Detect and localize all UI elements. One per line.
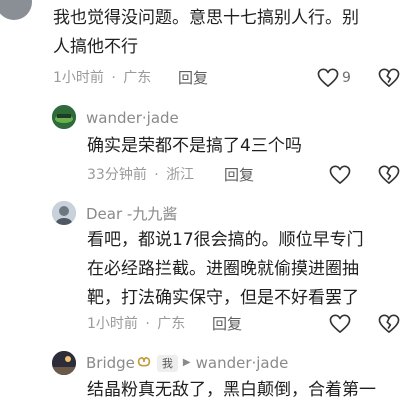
- like-count: 9: [342, 70, 351, 86]
- comment-text-line: 我也觉得没问题。意思十七搞别人行。别: [53, 8, 359, 28]
- heart-outline-icon: [317, 68, 339, 88]
- comment-text: 确实是荣都不是搞了4三个吗: [87, 132, 302, 161]
- comment-text-line: 确实是荣都不是搞了4三个吗: [87, 136, 302, 156]
- dislike-button[interactable]: [378, 165, 400, 185]
- reply-button[interactable]: 回复: [212, 314, 242, 334]
- like-button[interactable]: [329, 314, 351, 334]
- dislike-button[interactable]: [378, 68, 400, 88]
- self-tag: 我: [156, 354, 178, 372]
- comment-meta: 33分钟前 · 浙江: [87, 165, 194, 185]
- username[interactable]: wander·jade: [86, 108, 179, 128]
- pretzel-emoji-icon: [137, 353, 151, 373]
- comment-location: 广东: [123, 70, 152, 86]
- comment-location: 广东: [157, 316, 186, 332]
- comment-text: 结晶粉真无敌了，黑白颠倒，合着第一: [87, 376, 376, 405]
- heart-outline-icon: [329, 165, 351, 185]
- username[interactable]: Dear -九九酱: [86, 204, 177, 224]
- avatar-image: [52, 201, 76, 225]
- comment-text-line: 看吧，都说17很会搞的。顺位早专门: [87, 230, 364, 250]
- dislike-button[interactable]: [378, 314, 400, 334]
- comment-header: Bridge 我 ▶ wander·jade: [86, 353, 288, 373]
- meta-separator: ·: [145, 316, 150, 332]
- comment-meta: 1小时前 · 广东: [53, 68, 151, 88]
- username[interactable]: Bridge: [86, 353, 135, 373]
- reply-button[interactable]: 回复: [224, 165, 254, 185]
- comment-text: 我也觉得没问题。意思十七搞别人行。别 人搞他不行: [53, 4, 359, 62]
- avatar[interactable]: [52, 201, 76, 225]
- comment-text: 看吧，都说17很会搞的。顺位早专门 在必经路拦截。进圈晚就偷摸进圈抽 靶，打法确…: [87, 226, 364, 313]
- avatar[interactable]: [0, 0, 32, 20]
- broken-heart-icon: [378, 314, 400, 334]
- comment-text-line: 结晶粉真无敌了，黑白颠倒，合着第一: [87, 380, 376, 400]
- comment-text-line: 靶，打法确实保守，但是不好看罢了: [87, 288, 359, 308]
- heart-outline-icon: [329, 314, 351, 334]
- broken-heart-icon: [378, 165, 400, 185]
- reply-button[interactable]: 回复: [178, 68, 208, 88]
- avatar[interactable]: [52, 351, 76, 375]
- avatar-image: [52, 105, 76, 129]
- avatar[interactable]: [52, 105, 76, 129]
- comment-text-line: 在必经路拦截。进圈晚就偷摸进圈抽: [87, 259, 359, 279]
- reply-arrow-icon: ▶: [182, 357, 191, 368]
- like-button[interactable]: 9: [317, 68, 351, 88]
- like-button[interactable]: [329, 165, 351, 185]
- reply-to-username[interactable]: wander·jade: [196, 353, 289, 373]
- comment-meta: 1小时前 · 广东: [87, 314, 185, 334]
- comment-time: 33分钟前: [87, 167, 147, 183]
- meta-separator: ·: [111, 70, 116, 86]
- broken-heart-icon: [378, 68, 400, 88]
- avatar-image: [52, 351, 76, 375]
- comment-location: 浙江: [166, 167, 195, 183]
- comment-time: 1小时前: [87, 316, 138, 332]
- meta-separator: ·: [154, 167, 159, 183]
- comment-time: 1小时前: [53, 70, 104, 86]
- comment-text-line: 人搞他不行: [53, 37, 138, 57]
